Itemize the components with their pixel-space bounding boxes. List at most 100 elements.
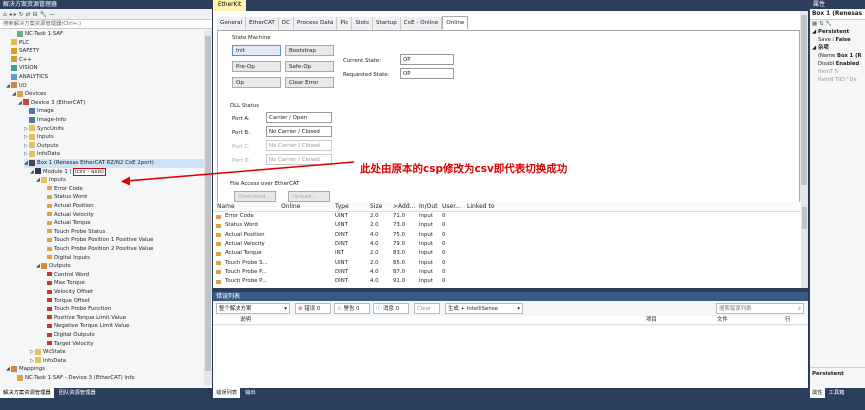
io-grid-scrollbar-thumb[interactable] (802, 207, 807, 229)
tab-process-data[interactable]: Process Data (294, 17, 338, 30)
tab-ethercat[interactable]: EtherCAT (246, 17, 279, 30)
table-row[interactable]: Error Code UINT 2.0 71.0 Input 0 (213, 212, 803, 221)
home-icon[interactable]: ⌂ (3, 11, 7, 18)
safe-op-button[interactable]: Safe-Op (285, 61, 334, 72)
tree-item[interactable]: Actual Velocity (42, 211, 94, 220)
table-row[interactable]: Touch Probe S... UINT 2.0 85.0 Input 0 (213, 259, 803, 268)
tab-coe-online[interactable]: CoE - Online (400, 17, 443, 30)
tree-item[interactable]: Touch Probe Position 1 Positive Value (42, 236, 153, 245)
tree-item[interactable]: Actual Torque (42, 219, 91, 228)
tab-toolbox[interactable]: 工具箱 (827, 388, 847, 398)
tree-item[interactable]: Max Torque (42, 279, 85, 288)
tree-item[interactable]: ▷ Outputs (24, 142, 59, 151)
online-scrollbar-thumb[interactable] (801, 15, 807, 185)
tab-slots[interactable]: Slots (352, 17, 374, 30)
line-column[interactable]: 行 (785, 316, 790, 325)
persistent-section[interactable]: ◢ Persistent (810, 28, 865, 36)
column-header[interactable]: Online (281, 202, 300, 212)
collapse-icon[interactable]: ⊟ (33, 11, 38, 18)
tree-item[interactable]: VISION (6, 64, 38, 73)
prop-row-disabled[interactable]: Disabl Enabled (810, 60, 865, 68)
table-row[interactable]: Touch Probe P... DINT 4.0 87.0 Input 0 (213, 268, 803, 277)
online-scrollbar[interactable] (800, 11, 808, 202)
tab-online[interactable]: Online (442, 16, 469, 29)
download-button[interactable]: Download... (234, 191, 276, 202)
tree-item[interactable]: Velocity Offset (42, 288, 93, 297)
tree-item[interactable]: Control Word (42, 271, 89, 280)
tree-item[interactable]: Image (24, 107, 54, 116)
tree-item[interactable]: ◢ I/O (6, 82, 27, 91)
table-row[interactable]: Actual Torque INT 2.0 83.0 Input 0 (213, 249, 803, 258)
build-filter-dropdown[interactable]: 生成 + IntelliSense ▾ (445, 303, 523, 314)
tree-item[interactable]: ◢ Box 1 (Renesas EtherCAT RZ/N2 CoE 2port… (24, 159, 204, 168)
tree-item[interactable]: ◢ Devices (12, 90, 46, 99)
io-grid-scrollbar[interactable] (801, 202, 808, 288)
upload-button[interactable]: Upload... (288, 191, 330, 202)
wrench-icon[interactable]: 🔧 (39, 11, 46, 18)
tree-item[interactable]: Touch Probe Position 2 Positive Value (42, 245, 153, 254)
tab-solution-explorer[interactable]: 解决方案资源管理器 (0, 388, 54, 398)
tree-item[interactable]: C++ (6, 56, 32, 65)
clear-button[interactable]: Clear (414, 303, 440, 314)
tree-item[interactable]: Error Code (42, 185, 83, 194)
tree-item[interactable]: ▷ InfoData (30, 357, 66, 366)
tree-item[interactable]: SAFETY (6, 47, 39, 56)
tree-item[interactable]: ▷ InfoData (24, 150, 60, 159)
column-header[interactable]: In/Out (419, 202, 437, 212)
misc-section[interactable]: ◢ 杂项 (810, 44, 865, 52)
project-column[interactable]: 项目 (646, 316, 657, 325)
column-header[interactable]: Size (370, 202, 382, 212)
tab-team-explorer[interactable]: 团队资源管理器 (56, 388, 99, 398)
pin-icon[interactable]: — (49, 11, 55, 18)
error-search-input[interactable]: 搜索错误列表 ⌕ (716, 303, 804, 314)
tree-item[interactable]: Touch Probe Function (42, 305, 111, 314)
messages-filter[interactable]: ⓘ 消息 0 (373, 303, 409, 314)
tree-item[interactable]: Touch Probe Status (42, 228, 105, 237)
tree-item[interactable]: Image-Info (24, 116, 66, 125)
table-row[interactable]: Actual Velocity DINT 4.0 79.0 Input 0 (213, 240, 803, 249)
tree-item[interactable]: ◢ Inputs (36, 176, 66, 185)
tab-error-list[interactable]: 错误列表 (213, 388, 241, 398)
tree-item[interactable]: ◢ Module 1 ((csv - axis) (30, 167, 106, 177)
tab-dc[interactable]: DC (278, 17, 294, 30)
init-button[interactable]: Init (232, 45, 281, 56)
column-header[interactable]: User... (442, 202, 461, 212)
op-button[interactable]: Op (232, 77, 281, 88)
tab-output[interactable]: 输出 (242, 388, 259, 398)
table-row[interactable]: Status Word UINT 2.0 73.0 Input 0 (213, 221, 803, 230)
tree-item[interactable]: Digital Outputs (42, 331, 95, 340)
bootstrap-button[interactable]: Bootstrap (285, 45, 334, 56)
prop-row-itemtype[interactable]: ItemT 5 (810, 68, 865, 76)
column-header[interactable]: >Add... (393, 202, 415, 212)
solution-search-input[interactable]: 搜索解决方案资源管理器(Ctrl+;) (0, 20, 212, 29)
errors-filter[interactable]: ⊗ 错误 0 (295, 303, 331, 314)
wrench-icon[interactable]: 🔧 (825, 21, 832, 27)
categorized-icon[interactable]: ▦ (812, 21, 817, 27)
tree-item[interactable]: Status Word (42, 193, 87, 202)
refresh-icon[interactable]: ↻ (19, 11, 24, 18)
prop-row-save[interactable]: Save i False (810, 36, 865, 44)
tree-item[interactable]: NC-Task 1 SAF (12, 30, 63, 39)
file-column[interactable]: 文件 (717, 316, 728, 325)
tree-scrollbar[interactable] (204, 30, 212, 385)
column-header[interactable]: Type (335, 202, 349, 212)
tab-startup[interactable]: Startup (373, 17, 401, 30)
tree-item[interactable]: Torque Offset (42, 297, 90, 306)
tree-item[interactable]: Negative Torque Limit Value (42, 322, 129, 331)
tree-item[interactable]: ◢ Mappings (6, 365, 45, 374)
column-header[interactable]: Linked to (467, 202, 495, 212)
scope-dropdown[interactable]: 整个解决方案 ▾ (216, 303, 290, 314)
tree-item[interactable]: PLC (6, 39, 29, 48)
tab-etherkit[interactable]: EtherKit (213, 0, 247, 11)
alphabetical-icon[interactable]: ⇅ (819, 21, 824, 27)
back-icon[interactable]: ◂ (9, 11, 12, 18)
pre-op-button[interactable]: Pre-Op (232, 61, 281, 72)
table-row[interactable]: Touch Probe P... DINT 4.0 91.0 Input 0 (213, 277, 803, 286)
tab-plc[interactable]: Plc (337, 17, 353, 30)
tree-item[interactable]: NC-Task 1 SAF - Device 3 (EtherCAT) Info (12, 374, 135, 383)
prop-row-path[interactable]: PathN TIID^De (810, 76, 865, 84)
table-row[interactable]: Actual Position DINT 4.0 75.0 Input 0 (213, 231, 803, 240)
prop-row-name[interactable]: (Name Box 1 (R (810, 52, 865, 60)
tree-item[interactable]: Actual Position (42, 202, 94, 211)
tree-item[interactable]: Digital Inputs (42, 254, 90, 263)
